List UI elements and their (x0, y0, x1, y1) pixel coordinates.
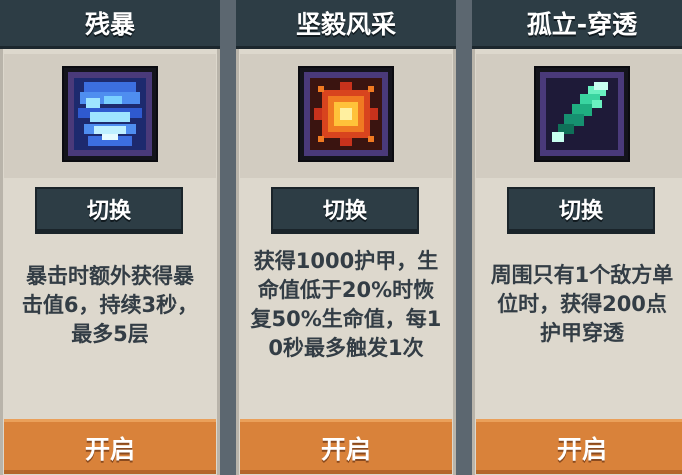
open-button-label: 开启 (84, 435, 135, 464)
talent-card-isolation-penetration: 孤立-穿透 切换 周围只有1个敌方单 位时，获得200点 护甲穿透 开启 (472, 0, 682, 475)
card-header: 残暴 (0, 0, 220, 49)
icon-panel (476, 54, 682, 178)
open-button[interactable]: 开启 (240, 419, 452, 474)
switch-button-label: 切换 (322, 199, 367, 224)
talent-description: 暴击时额外获得暴 击值6，持续3秒， 最多5层 (0, 262, 220, 349)
talent-card-cruelty: 残暴 切换 暴击时额外获得暴 击值6，持续3秒， 最多5层 开启 (0, 0, 220, 475)
switch-button-label: 切换 (558, 199, 603, 224)
description-line: 命值低于20%时恢 (257, 278, 435, 302)
talent-description: 周围只有1个敌方单 位时，获得200点 护甲穿透 (472, 261, 682, 348)
talent-card-resilience: 坚毅风采 切换 获得1000护甲，生 命值低于20%时恢 复50%生命值，每1 … (236, 0, 456, 475)
open-button[interactable]: 开启 (4, 419, 216, 474)
switch-button[interactable]: 切换 (271, 187, 419, 231)
icon-panel (240, 54, 452, 178)
switch-button[interactable]: 切换 (35, 187, 183, 231)
card-header: 孤立-穿透 (472, 0, 682, 49)
card-title: 残暴 (84, 10, 135, 39)
open-button[interactable]: 开启 (476, 419, 682, 474)
description-line: 暴击时额外获得暴 (26, 264, 194, 288)
description-line: 护甲穿透 (540, 321, 624, 345)
blue-crystal-icon (64, 68, 156, 160)
description-line: 周围只有1个敌方单 (490, 263, 674, 287)
card-title: 孤立-穿透 (526, 10, 638, 39)
switch-button[interactable]: 切换 (507, 187, 655, 231)
card-title: 坚毅风采 (295, 10, 396, 39)
description-line: 位时，获得200点 (497, 292, 667, 316)
talent-description: 获得1000护甲，生 命值低于20%时恢 复50%生命值，每1 0秒最多触发1次 (236, 247, 456, 363)
description-line: 复50%生命值，每1 (250, 307, 442, 331)
green-arrow-icon (536, 68, 628, 160)
description-line: 击值6，持续3秒， (21, 293, 199, 317)
card-header: 坚毅风采 (236, 0, 456, 49)
open-button-label: 开启 (556, 435, 607, 464)
open-button-label: 开启 (320, 435, 371, 464)
description-line: 获得1000护甲，生 (253, 249, 439, 273)
description-line: 0秒最多触发1次 (268, 336, 424, 360)
description-line: 最多5层 (71, 322, 149, 346)
fire-burst-icon (300, 68, 392, 160)
switch-button-label: 切换 (86, 199, 131, 224)
icon-panel (4, 54, 216, 178)
